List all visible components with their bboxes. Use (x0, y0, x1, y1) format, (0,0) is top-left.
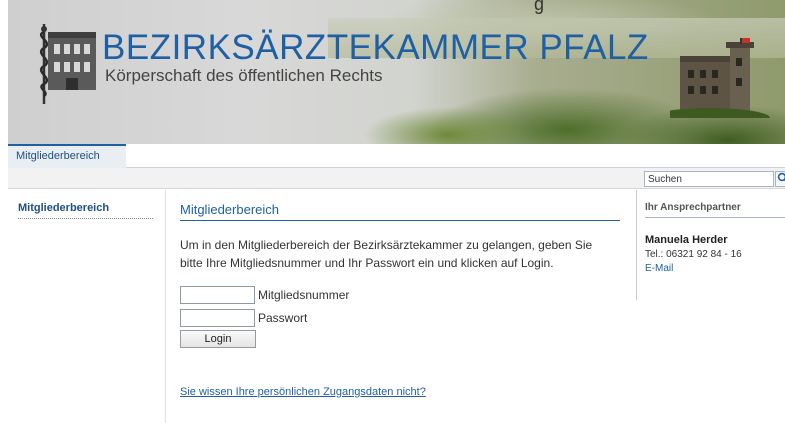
search-bar (8, 168, 785, 189)
sidebar: Mitgliederbereich (8, 190, 166, 423)
magnifier-icon (777, 172, 785, 182)
password-field[interactable] (180, 309, 255, 327)
castle-image-icon (670, 38, 770, 118)
contact-heading: Ihr Ansprechpartner (645, 202, 785, 218)
site-header: BEZIRKSÄRZTEKAMMER PFALZ Körperschaft de… (8, 0, 785, 144)
search-button[interactable] (775, 171, 785, 187)
contact-name: Manuela Herder (645, 234, 728, 246)
password-row: Passwort (180, 309, 307, 327)
caduceus-building-logo-icon (39, 24, 96, 104)
contact-email-link[interactable]: E-Mail (645, 263, 673, 274)
intro-text: Um in den Mitgliederbereich der Bezirksä… (180, 238, 593, 270)
sidebar-item-mitgliederbereich[interactable]: Mitgliederbereich (18, 202, 153, 219)
main-nav: Mitgliederbereich (8, 144, 785, 168)
forgot-credentials-link[interactable]: Sie wissen Ihre persönlichen Zugangsdate… (180, 386, 426, 398)
member-number-field[interactable] (180, 286, 255, 304)
contact-box: Ihr Ansprechpartner Manuela Herder Tel.:… (636, 190, 785, 300)
organization-title: BEZIRKSÄRZTEKAMMER PFALZ (102, 28, 649, 67)
contact-phone: Tel.: 06321 92 84 - 16 (645, 249, 742, 260)
login-button[interactable]: Login (180, 330, 256, 348)
organization-subtitle: Körperschaft des öffentlichen Rechts (105, 66, 383, 85)
tab-mitgliederbereich[interactable]: Mitgliederbereich (8, 144, 126, 168)
password-label: Passwort (258, 311, 308, 325)
member-number-row: Mitgliedsnummer (180, 286, 349, 304)
cropped-heading-fragment: g (534, 0, 545, 14)
search-input[interactable] (644, 171, 774, 187)
page-title: Mitgliederbereich (180, 202, 620, 221)
member-number-label: Mitgliedsnummer (258, 288, 350, 302)
